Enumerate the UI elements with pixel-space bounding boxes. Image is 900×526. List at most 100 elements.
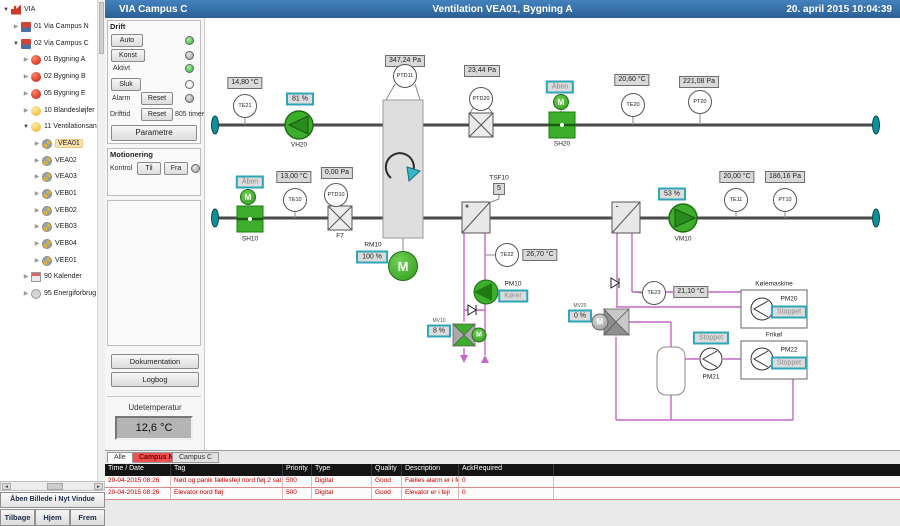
expand-icon[interactable]: ▶	[22, 90, 30, 97]
sphere-icon	[31, 105, 41, 116]
scrollbar-thumb[interactable]	[99, 2, 104, 54]
scroll-right-icon[interactable]: ►	[94, 483, 103, 490]
supply-filter[interactable]	[327, 205, 353, 231]
parametre-button[interactable]: Parametre	[111, 125, 197, 141]
rm10-motor-icon[interactable]: M	[388, 251, 418, 281]
sidebar-item-ventilationsanlaeg[interactable]: ▼ 11 Ventilationsanlæg	[0, 119, 108, 134]
expand-icon[interactable]: ▼	[22, 124, 30, 130]
drifttid-reset-button[interactable]: Reset	[141, 108, 173, 121]
sidebar-item-campus-c[interactable]: ▼ 02 Via Campus C	[0, 36, 96, 51]
tab-campus-c[interactable]: Campus C	[172, 452, 220, 463]
sidebar-item-vea01[interactable]: ▶ VEA01	[0, 136, 96, 151]
sh10-motor-icon[interactable]: M	[240, 189, 256, 205]
expand-icon[interactable]: ▶	[33, 257, 41, 264]
fan-vm10[interactable]	[668, 203, 698, 233]
pump-pm10[interactable]	[473, 279, 499, 305]
expand-icon[interactable]: ▶	[33, 173, 41, 180]
sensor-te20[interactable]: TE20	[621, 93, 645, 117]
expand-icon[interactable]: ▶	[12, 23, 20, 30]
sidebar-item-campus-n[interactable]: ▶ 01 Via Campus N	[0, 19, 96, 34]
mv20-motor-icon[interactable]: M	[591, 313, 609, 331]
sensor-pt20[interactable]: PT20	[688, 90, 712, 114]
konst-led	[185, 51, 194, 60]
logbog-button[interactable]: Logbog	[111, 372, 199, 387]
damper-sh10[interactable]	[236, 204, 264, 233]
expand-icon[interactable]: ▶	[22, 56, 30, 63]
sidebar-item-bygning-b[interactable]: ▶ 02 Bygning B	[0, 69, 96, 84]
expand-icon[interactable]: ▼	[12, 41, 20, 47]
expand-icon[interactable]: ▶	[22, 290, 30, 297]
dokumentation-button[interactable]: Dokumentation	[111, 354, 199, 369]
expand-icon[interactable]: ▶	[33, 157, 41, 164]
sidebar-item-vea02[interactable]: ▶ VEA02	[0, 153, 96, 168]
sensor-te11[interactable]: TE11	[724, 188, 748, 212]
col-quality: Quality	[372, 464, 402, 476]
pump-pm21[interactable]	[699, 347, 723, 371]
pump-pm20[interactable]	[750, 297, 774, 321]
sidebar-item-veb04[interactable]: ▶ VEB04	[0, 236, 96, 251]
konst-button[interactable]: Konst	[111, 49, 145, 62]
sensor-te10[interactable]: TE10	[283, 188, 307, 212]
expand-icon[interactable]: ▶	[33, 190, 41, 197]
expand-icon[interactable]: ▶	[33, 207, 41, 214]
sidebar-item-veb02[interactable]: ▶ VEB02	[0, 203, 96, 218]
scrollbar-thumb[interactable]	[47, 483, 63, 490]
fra-button[interactable]: Fra	[164, 162, 188, 175]
sensor-te22[interactable]: TE22	[495, 243, 519, 267]
sidebar-item-veb01[interactable]: ▶ VEB01	[0, 186, 96, 201]
sluk-button[interactable]: Sluk	[111, 78, 141, 91]
campus-icon	[21, 38, 31, 49]
sensor-ptd11[interactable]: PTD11	[393, 64, 417, 88]
expand-icon[interactable]: ▶	[33, 240, 41, 247]
tab-alle[interactable]: Alle	[107, 452, 133, 463]
mv20-label: MV20	[573, 303, 587, 309]
chiller-label: Kølemaskine	[755, 280, 793, 288]
alarm-reset-button[interactable]: Reset	[141, 92, 173, 105]
expand-icon[interactable]: ▶	[22, 73, 30, 80]
expand-icon[interactable]: ▶	[22, 107, 30, 114]
sh20-motor-icon[interactable]: M	[553, 94, 569, 110]
alarm-row[interactable]: 20-04-2015 08:26 Nød og panik fællesfejl…	[105, 476, 900, 488]
sphere-icon	[31, 121, 41, 132]
til-button[interactable]: Til	[137, 162, 161, 175]
sidebar-item-vea03[interactable]: ▶ VEA03	[0, 169, 96, 184]
expand-icon[interactable]: ▼	[2, 7, 10, 13]
pump-pm22[interactable]	[750, 347, 774, 371]
back-button[interactable]: Tilbage	[0, 509, 35, 526]
sidebar-item-blandesloejfer[interactable]: ▶ 10 Blandesløjfer	[0, 103, 96, 118]
sidebar-item-kalender[interactable]: ▶ 90 Kalender	[0, 269, 96, 284]
forward-button[interactable]: Frem	[70, 509, 105, 526]
sidebar-vertical-scrollbar[interactable]	[97, 0, 105, 481]
buffer-tank[interactable]	[656, 346, 686, 396]
fan-vh20[interactable]	[284, 110, 314, 140]
sensor-te21[interactable]: TE21	[233, 94, 257, 118]
sensor-ptd10[interactable]: PTD10	[324, 183, 348, 207]
sidebar-item-label: 05 Bygning E	[44, 90, 86, 97]
extract-filter[interactable]	[468, 112, 494, 138]
sidebar-item-energiforbrug[interactable]: ▶ 95 Energiforbrug	[0, 286, 96, 301]
expand-icon[interactable]: ▶	[22, 273, 30, 280]
sidebar-item-veb03[interactable]: ▶ VEB03	[0, 219, 96, 234]
alarm-row[interactable]: 20-04-2015 08:26 Elevator nord fløj 500 …	[105, 488, 900, 500]
home-button[interactable]: Hjem	[35, 509, 70, 526]
rotary-heat-exchanger[interactable]	[382, 99, 424, 251]
sidebar-item-vee01[interactable]: ▶ VEE01	[0, 253, 96, 268]
open-in-new-window-button[interactable]: Åben Billede i Nyt Vindue	[0, 492, 105, 508]
sensor-te23[interactable]: TE23	[642, 281, 666, 305]
mv10-motor-icon[interactable]: M	[471, 327, 487, 343]
expand-icon[interactable]: ▶	[33, 223, 41, 230]
scroll-left-icon[interactable]: ◄	[2, 483, 11, 490]
hvac-diagram: 347,24 Pa PTD11 14,80 °C TE21 81 % VH20 …	[205, 18, 900, 450]
udetemperatur-display: 12,6 °C	[115, 416, 193, 440]
alarm-priority: 500	[283, 488, 312, 499]
sidebar-horizontal-scrollbar[interactable]: ◄ ►	[0, 481, 105, 491]
damper-sh20[interactable]	[548, 109, 576, 139]
sensor-ptd20[interactable]: PTD20	[469, 87, 493, 111]
sidebar-item-bygning-e[interactable]: ▶ 05 Bygning E	[0, 86, 96, 101]
sidebar-item-via[interactable]: ▼ VIA	[0, 2, 96, 17]
sensor-pt10[interactable]: PT10	[773, 188, 797, 212]
expand-icon[interactable]: ▶	[33, 140, 41, 147]
sidebar-item-bygning-a[interactable]: ▶ 01 Bygning A	[0, 52, 96, 67]
mv20-position: 0 %	[567, 309, 593, 323]
auto-button[interactable]: Auto	[111, 34, 143, 47]
